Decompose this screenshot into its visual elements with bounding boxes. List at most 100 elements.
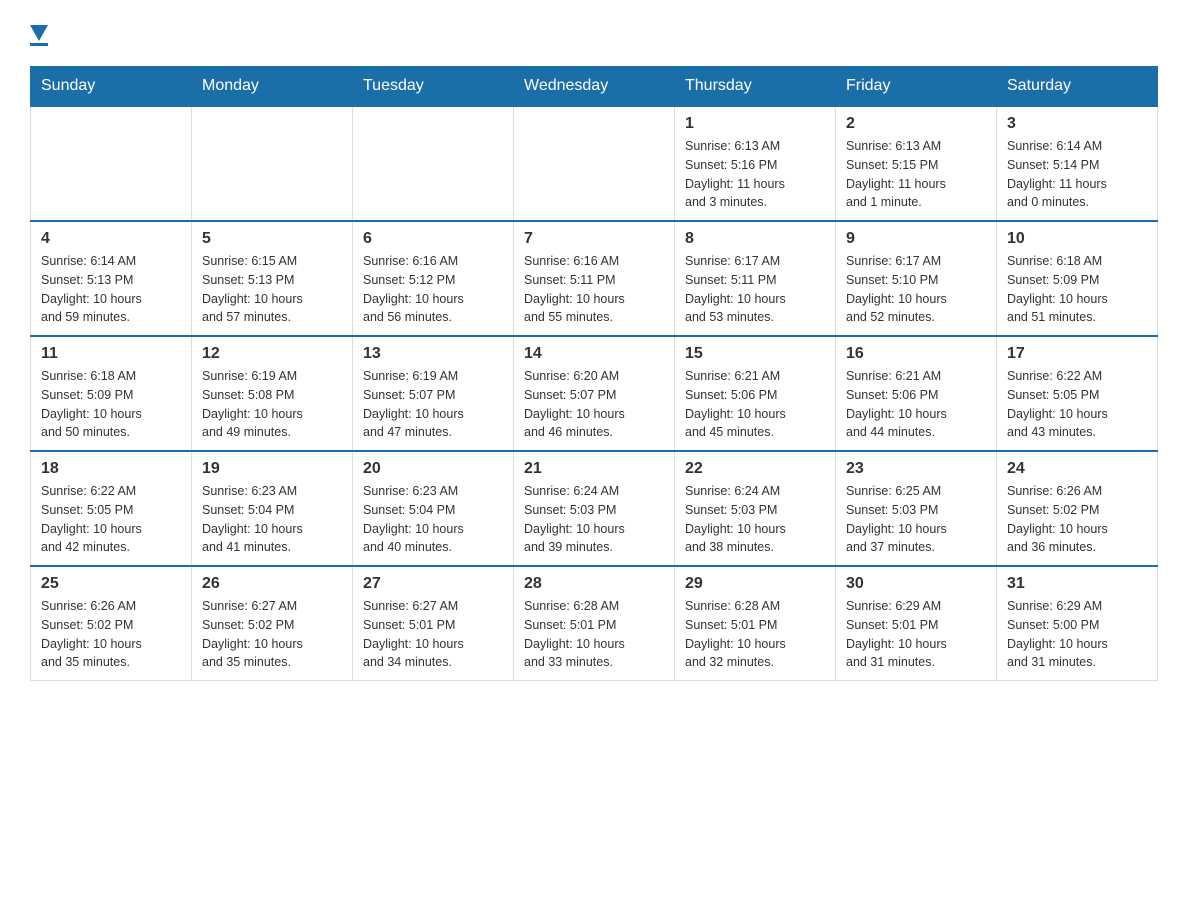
calendar-header: SundayMondayTuesdayWednesdayThursdayFrid… [31,67,1158,107]
day-info: Sunrise: 6:15 AM Sunset: 5:13 PM Dayligh… [202,252,342,327]
calendar-day-cell: 18 Sunrise: 6:22 AM Sunset: 5:05 PM Dayli… [31,451,192,566]
day-info: Sunrise: 6:20 AM Sunset: 5:07 PM Dayligh… [524,367,664,442]
calendar-day-cell: 3 Sunrise: 6:14 AM Sunset: 5:14 PM Daylig… [997,106,1158,221]
day-info: Sunrise: 6:24 AM Sunset: 5:03 PM Dayligh… [524,482,664,557]
calendar-week-row: 18 Sunrise: 6:22 AM Sunset: 5:05 PM Dayli… [31,451,1158,566]
calendar-body: 1Sunrise: 6:13 AM Sunset: 5:16 PM Daylig… [31,106,1158,681]
day-info: Sunrise: 6:21 AM Sunset: 5:06 PM Dayligh… [685,367,825,442]
calendar-day-cell: 14 Sunrise: 6:20 AM Sunset: 5:07 PM Dayli… [514,336,675,451]
day-info: Sunrise: 6:28 AM Sunset: 5:01 PM Dayligh… [685,597,825,672]
day-info: Sunrise: 6:16 AM Sunset: 5:12 PM Dayligh… [363,252,503,327]
weekday-header-friday: Friday [836,67,997,107]
calendar-day-cell [192,106,353,221]
day-info: Sunrise: 6:23 AM Sunset: 5:04 PM Dayligh… [202,482,342,557]
calendar-day-cell: 2 Sunrise: 6:13 AM Sunset: 5:15 PM Daylig… [836,106,997,221]
weekday-header-wednesday: Wednesday [514,67,675,107]
weekday-header-thursday: Thursday [675,67,836,107]
calendar-week-row: 11 Sunrise: 6:18 AM Sunset: 5:09 PM Dayli… [31,336,1158,451]
day-info: Sunrise: 6:18 AM Sunset: 5:09 PM Dayligh… [41,367,181,442]
logo [30,20,48,46]
day-number: 13 [363,345,503,363]
day-info: Sunrise: 6:29 AM Sunset: 5:00 PM Dayligh… [1007,597,1147,672]
day-info: Sunrise: 6:27 AM Sunset: 5:01 PM Dayligh… [363,597,503,672]
calendar-day-cell: 22Sunrise: 6:24 AM Sunset: 5:03 PM Dayli… [675,451,836,566]
day-number: 16 [846,345,986,363]
day-number: 14 [524,345,664,363]
calendar-day-cell: 29Sunrise: 6:28 AM Sunset: 5:01 PM Dayli… [675,566,836,681]
day-number: 4 [41,230,181,248]
day-number: 18 [41,460,181,478]
calendar-day-cell: 16 Sunrise: 6:21 AM Sunset: 5:06 PM Dayli… [836,336,997,451]
day-number: 12 [202,345,342,363]
calendar-day-cell: 17Sunrise: 6:22 AM Sunset: 5:05 PM Dayli… [997,336,1158,451]
day-info: Sunrise: 6:22 AM Sunset: 5:05 PM Dayligh… [41,482,181,557]
day-number: 5 [202,230,342,248]
day-number: 10 [1007,230,1147,248]
calendar-day-cell: 11 Sunrise: 6:18 AM Sunset: 5:09 PM Dayli… [31,336,192,451]
day-number: 6 [363,230,503,248]
calendar-day-cell: 26Sunrise: 6:27 AM Sunset: 5:02 PM Dayli… [192,566,353,681]
calendar-day-cell: 15 Sunrise: 6:21 AM Sunset: 5:06 PM Dayli… [675,336,836,451]
weekday-header-saturday: Saturday [997,67,1158,107]
calendar-day-cell: 8 Sunrise: 6:17 AM Sunset: 5:11 PM Daylig… [675,221,836,336]
day-info: Sunrise: 6:28 AM Sunset: 5:01 PM Dayligh… [524,597,664,672]
day-info: Sunrise: 6:19 AM Sunset: 5:08 PM Dayligh… [202,367,342,442]
logo-underline [30,43,48,46]
day-info: Sunrise: 6:17 AM Sunset: 5:11 PM Dayligh… [685,252,825,327]
day-number: 31 [1007,575,1147,593]
day-number: 24 [1007,460,1147,478]
weekday-header-row: SundayMondayTuesdayWednesdayThursdayFrid… [31,67,1158,107]
day-number: 3 [1007,115,1147,133]
day-info: Sunrise: 6:26 AM Sunset: 5:02 PM Dayligh… [1007,482,1147,557]
calendar-day-cell: 7 Sunrise: 6:16 AM Sunset: 5:11 PM Daylig… [514,221,675,336]
page-header [30,20,1158,46]
calendar-day-cell [353,106,514,221]
calendar-day-cell: 24 Sunrise: 6:26 AM Sunset: 5:02 PM Dayli… [997,451,1158,566]
day-number: 15 [685,345,825,363]
day-number: 11 [41,345,181,363]
day-number: 28 [524,575,664,593]
day-info: Sunrise: 6:26 AM Sunset: 5:02 PM Dayligh… [41,597,181,672]
calendar-day-cell: 30Sunrise: 6:29 AM Sunset: 5:01 PM Dayli… [836,566,997,681]
calendar-week-row: 1Sunrise: 6:13 AM Sunset: 5:16 PM Daylig… [31,106,1158,221]
calendar-day-cell: 1Sunrise: 6:13 AM Sunset: 5:16 PM Daylig… [675,106,836,221]
calendar-day-cell [514,106,675,221]
day-info: Sunrise: 6:14 AM Sunset: 5:13 PM Dayligh… [41,252,181,327]
day-info: Sunrise: 6:21 AM Sunset: 5:06 PM Dayligh… [846,367,986,442]
calendar-day-cell: 6 Sunrise: 6:16 AM Sunset: 5:12 PM Daylig… [353,221,514,336]
weekday-header-tuesday: Tuesday [353,67,514,107]
calendar-day-cell: 27Sunrise: 6:27 AM Sunset: 5:01 PM Dayli… [353,566,514,681]
day-number: 8 [685,230,825,248]
calendar-week-row: 25Sunrise: 6:26 AM Sunset: 5:02 PM Dayli… [31,566,1158,681]
day-info: Sunrise: 6:24 AM Sunset: 5:03 PM Dayligh… [685,482,825,557]
calendar-day-cell: 4 Sunrise: 6:14 AM Sunset: 5:13 PM Daylig… [31,221,192,336]
calendar-day-cell: 19 Sunrise: 6:23 AM Sunset: 5:04 PM Dayli… [192,451,353,566]
day-number: 7 [524,230,664,248]
calendar-day-cell: 28 Sunrise: 6:28 AM Sunset: 5:01 PM Dayli… [514,566,675,681]
day-number: 1 [685,115,825,133]
day-info: Sunrise: 6:18 AM Sunset: 5:09 PM Dayligh… [1007,252,1147,327]
day-info: Sunrise: 6:19 AM Sunset: 5:07 PM Dayligh… [363,367,503,442]
day-number: 17 [1007,345,1147,363]
day-number: 9 [846,230,986,248]
day-info: Sunrise: 6:17 AM Sunset: 5:10 PM Dayligh… [846,252,986,327]
calendar-day-cell: 20Sunrise: 6:23 AM Sunset: 5:04 PM Dayli… [353,451,514,566]
weekday-header-monday: Monday [192,67,353,107]
day-number: 23 [846,460,986,478]
day-info: Sunrise: 6:13 AM Sunset: 5:15 PM Dayligh… [846,137,986,212]
calendar-day-cell: 13 Sunrise: 6:19 AM Sunset: 5:07 PM Dayli… [353,336,514,451]
calendar-day-cell: 21Sunrise: 6:24 AM Sunset: 5:03 PM Dayli… [514,451,675,566]
logo-triangle-icon [30,25,48,41]
weekday-header-sunday: Sunday [31,67,192,107]
calendar-day-cell: 5 Sunrise: 6:15 AM Sunset: 5:13 PM Daylig… [192,221,353,336]
day-info: Sunrise: 6:16 AM Sunset: 5:11 PM Dayligh… [524,252,664,327]
day-info: Sunrise: 6:29 AM Sunset: 5:01 PM Dayligh… [846,597,986,672]
calendar-day-cell: 23Sunrise: 6:25 AM Sunset: 5:03 PM Dayli… [836,451,997,566]
calendar-week-row: 4 Sunrise: 6:14 AM Sunset: 5:13 PM Daylig… [31,221,1158,336]
day-info: Sunrise: 6:27 AM Sunset: 5:02 PM Dayligh… [202,597,342,672]
day-number: 19 [202,460,342,478]
day-number: 2 [846,115,986,133]
calendar-day-cell: 25Sunrise: 6:26 AM Sunset: 5:02 PM Dayli… [31,566,192,681]
day-info: Sunrise: 6:14 AM Sunset: 5:14 PM Dayligh… [1007,137,1147,212]
calendar-day-cell: 9 Sunrise: 6:17 AM Sunset: 5:10 PM Daylig… [836,221,997,336]
